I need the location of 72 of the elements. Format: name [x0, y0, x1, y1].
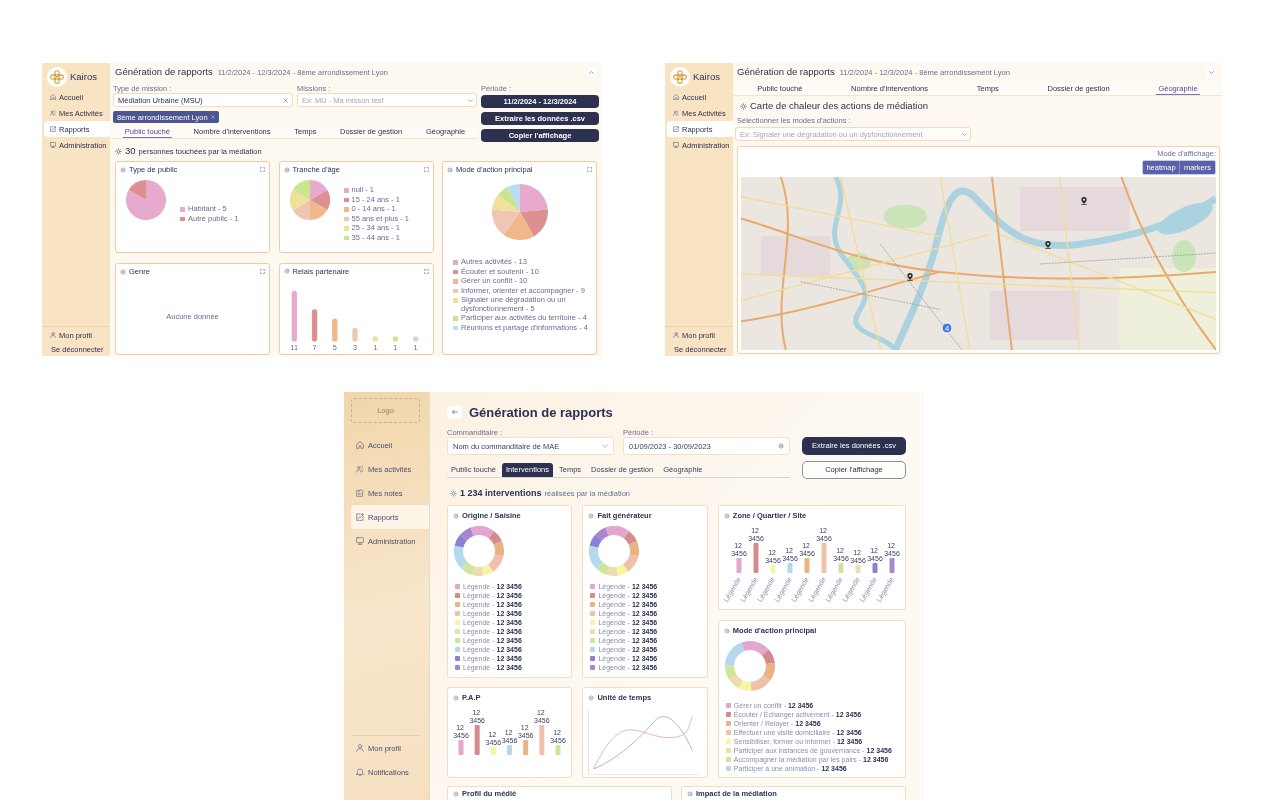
brand-name: Kairos	[70, 71, 97, 83]
pie-slice	[289, 190, 310, 210]
chart-bar	[392, 335, 398, 342]
sun-icon	[778, 443, 784, 449]
chart-bar	[351, 327, 358, 342]
sun-icon	[453, 512, 459, 519]
back-button[interactable]	[447, 405, 462, 419]
sun-icon	[588, 512, 595, 519]
sun-icon	[447, 166, 453, 173]
sun-icon	[120, 166, 126, 173]
map-pin-icon[interactable]	[1080, 197, 1089, 206]
sun-icon	[120, 268, 126, 275]
chart-bar	[291, 290, 297, 342]
sun-icon	[588, 694, 595, 701]
page-title: Génération de rapports	[115, 66, 213, 78]
logo-icon	[47, 67, 67, 87]
people-icon	[673, 110, 679, 116]
chart-bar	[412, 335, 418, 342]
sun-icon	[723, 512, 730, 519]
home-icon	[50, 94, 56, 100]
chart-document-icon	[356, 513, 364, 521]
monitor-icon	[356, 537, 364, 545]
people-icon	[356, 465, 364, 473]
pie-slice	[292, 180, 310, 200]
person-icon	[356, 744, 364, 752]
close-icon[interactable]	[210, 115, 215, 119]
map-pin-icon[interactable]	[906, 272, 915, 281]
sun-icon	[453, 790, 459, 797]
sun-icon	[450, 489, 457, 497]
people-icon	[50, 110, 56, 116]
summary-count: 30	[125, 145, 136, 157]
arrow-left-icon	[451, 409, 458, 415]
section-title: Carte de chaleur des actions de médiation	[750, 100, 928, 112]
expand-icon[interactable]	[587, 167, 592, 172]
logo-icon	[670, 67, 690, 87]
monitor-icon	[673, 142, 679, 148]
pie-slice	[292, 200, 310, 220]
home-icon	[673, 94, 679, 100]
clear-icon[interactable]	[283, 97, 288, 103]
page-title: Génération de rapports	[737, 66, 835, 78]
expand-icon[interactable]	[423, 268, 429, 274]
expand-icon[interactable]	[260, 269, 265, 274]
chevron-down-icon	[962, 131, 967, 137]
sun-icon	[687, 790, 693, 797]
chart-document-icon	[673, 126, 679, 132]
chart-bar	[331, 318, 337, 342]
chart-bar	[372, 335, 378, 342]
person-icon	[673, 332, 679, 338]
page-title: Génération de rapports	[469, 404, 613, 420]
chevron-down-icon	[602, 443, 608, 449]
expand-icon[interactable]	[260, 167, 265, 172]
person-icon	[50, 332, 56, 338]
sun-icon	[283, 166, 290, 173]
sun-icon	[740, 102, 747, 110]
chart-document-icon	[50, 126, 56, 132]
map-pin-icon[interactable]	[1043, 240, 1052, 249]
brand-name: Kairos	[693, 71, 720, 83]
bell-icon	[356, 768, 364, 776]
chevron-down-icon	[468, 97, 473, 103]
pie-slice	[309, 200, 327, 220]
monitor-icon	[50, 142, 56, 148]
sun-icon	[115, 147, 122, 155]
chart-bar	[311, 308, 317, 342]
sun-icon	[453, 694, 459, 701]
sun-icon	[723, 627, 730, 634]
sun-icon	[283, 268, 290, 275]
pie-slice	[309, 180, 327, 200]
expand-icon[interactable]	[423, 167, 429, 172]
summary-count: 1 234 interventions	[460, 487, 542, 499]
home-icon	[356, 441, 364, 449]
note-edit-icon	[356, 489, 364, 497]
pie-slice	[309, 190, 330, 210]
